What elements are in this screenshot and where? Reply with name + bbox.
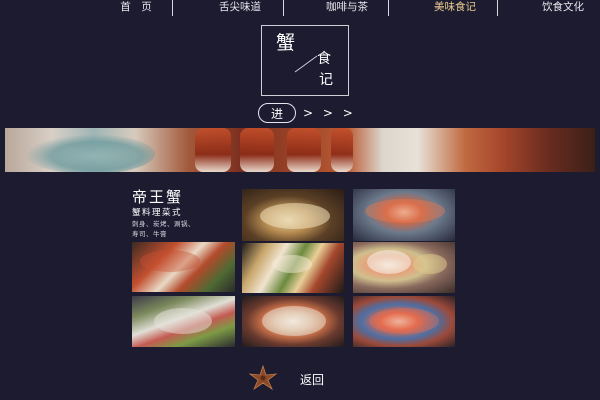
nav-item-taste[interactable]: 舌尖味道 (205, 0, 275, 16)
title-char-record: 记 (319, 72, 333, 88)
photo-crab-shells[interactable] (132, 242, 235, 292)
nav-divider (497, 0, 498, 16)
feature-subtitle: 蟹料理菜式 (132, 208, 183, 218)
enter-button[interactable]: 进 > > > (258, 103, 356, 123)
nav-divider (172, 0, 173, 16)
photo-sushi-plates[interactable] (353, 242, 455, 293)
feature-desc-line2: 寿司、牛膏 (132, 230, 167, 238)
banner-plate (25, 134, 155, 172)
nav-item-food-culture[interactable]: 饮食文化 (528, 0, 598, 16)
photo-crab-legs-platter[interactable] (353, 189, 455, 241)
nav-item-home[interactable]: 首 页 (112, 0, 160, 16)
title-char-food: 食 (317, 51, 331, 67)
star-anise-icon (248, 365, 278, 391)
return-button[interactable]: 返回 (244, 365, 324, 391)
title-box: 蟹 食 记 (261, 25, 349, 96)
photo-crab-set-meal[interactable] (353, 296, 455, 347)
enter-label: 进 (258, 103, 296, 123)
enter-arrows: > > > (303, 106, 356, 120)
feature-title: 帝王蟹 (132, 188, 184, 206)
crab-banner-image (5, 128, 595, 172)
return-label: 返回 (300, 373, 325, 387)
banner-crab-leg (287, 128, 321, 172)
feature-desc-line1: 刺身、炭烤、涮锅、 (132, 220, 195, 228)
nav-item-coffee-tea[interactable]: 咖啡与茶 (312, 0, 382, 16)
photo-bento-box[interactable] (242, 243, 344, 293)
title-char-crab: 蟹 (276, 32, 296, 54)
photo-crab-on-plate[interactable] (242, 189, 344, 241)
nav-item-food-notes[interactable]: 美味食记 (420, 0, 490, 16)
photo-sashimi[interactable] (132, 296, 235, 347)
top-nav: 首 页 舌尖味道 咖啡与茶 美味食记 饮食文化 (0, 0, 600, 17)
nav-divider (283, 0, 284, 16)
banner-crab-leg (331, 128, 353, 172)
feature-text-block: 帝王蟹 蟹料理菜式 刺身、炭烤、涮锅、 寿司、牛膏 (132, 188, 237, 239)
banner-crab-leg (240, 128, 274, 172)
banner-crab-leg (195, 128, 231, 172)
nav-divider (388, 0, 389, 16)
photo-grilled-crab[interactable] (242, 296, 344, 347)
